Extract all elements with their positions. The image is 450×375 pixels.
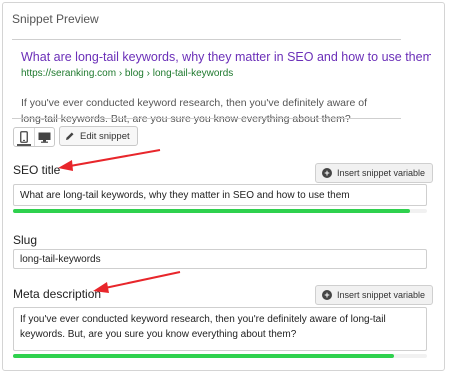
arrow-to-seo-title xyxy=(58,149,161,171)
arrow-to-meta-description xyxy=(93,271,181,293)
annotation-arrows xyxy=(58,149,181,293)
